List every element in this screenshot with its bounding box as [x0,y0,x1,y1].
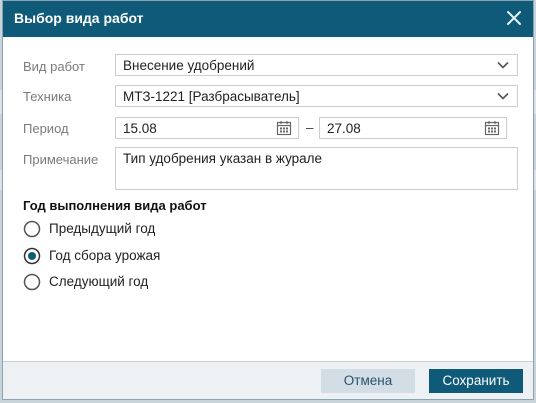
radio-icon[interactable] [23,247,41,265]
period-from-value: 15.08 [123,121,157,136]
note-textarea[interactable]: Тип удобрения указан в журале [115,147,518,190]
dialog-title: Выбор вида работ [14,10,144,26]
work-type-dialog: Выбор вида работ Вид работ Внесение удоб… [2,0,534,400]
dialog-footer: Отмена Сохранить [3,361,533,399]
close-icon[interactable] [503,7,525,29]
radio-label: Год сбора урожая [49,248,161,263]
machinery-value: МТЗ-1221 [Разбрасыватель] [123,89,300,104]
work-type-select[interactable]: Внесение удобрений [115,54,518,76]
work-type-label: Вид работ [23,59,85,74]
year-section-title: Год выполнения вида работ [23,198,207,213]
period-to-input[interactable]: 27.08 [319,117,507,139]
radio-label: Следующий год [49,274,149,289]
dialog-body: Вид работ Внесение удобрений Техника МТЗ… [9,37,527,362]
period-separator: – [306,120,314,135]
chevron-down-icon [497,61,509,69]
radio-label: Предыдущий год [49,221,156,236]
calendar-icon[interactable] [484,120,500,136]
work-type-value: Внесение удобрений [123,58,255,73]
cancel-button[interactable]: Отмена [321,369,415,393]
save-button[interactable]: Сохранить [429,369,523,393]
dialog-titlebar: Выбор вида работ [3,1,533,37]
calendar-icon[interactable] [276,120,292,136]
note-value: Тип удобрения указан в журале [123,151,323,166]
machinery-label: Техника [23,89,72,104]
chevron-down-icon [497,92,509,100]
radio-icon[interactable] [23,220,41,238]
period-to-value: 27.08 [327,121,361,136]
machinery-select[interactable]: МТЗ-1221 [Разбрасыватель] [115,85,518,107]
period-from-input[interactable]: 15.08 [115,117,299,139]
radio-icon[interactable] [23,273,41,291]
period-label: Период [23,121,69,136]
note-label: Примечание [23,152,99,167]
